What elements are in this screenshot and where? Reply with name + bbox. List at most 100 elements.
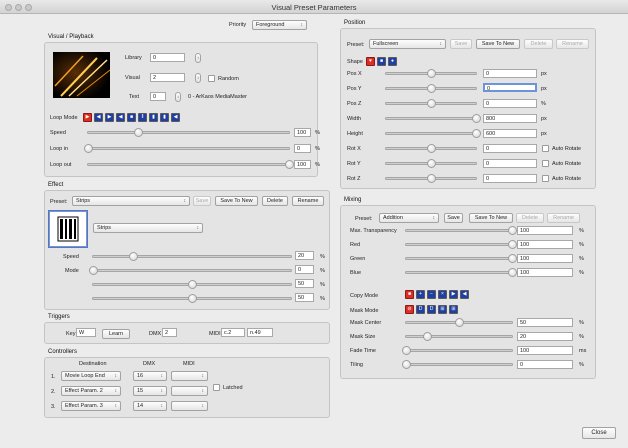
speed-slider-knob[interactable] — [134, 128, 144, 137]
mixing-param-field[interactable]: 100 — [517, 346, 573, 355]
visual-stepper[interactable]: ↕ — [195, 73, 201, 83]
text-stepper[interactable]: ↕ — [175, 92, 181, 102]
loop-in-slider-knob[interactable] — [84, 144, 93, 153]
position-delete-button[interactable]: Delete — [524, 39, 553, 49]
skip-end-icon[interactable]: ▮ — [160, 113, 169, 122]
speed-field[interactable]: 100 — [294, 128, 311, 137]
mask-grid-alt-icon[interactable]: ⊞ — [449, 305, 458, 314]
mixing-param-field[interactable]: 100 — [517, 254, 573, 263]
priority-select[interactable]: Foreground — [252, 20, 307, 30]
controller-dmx-select[interactable]: 16 — [133, 371, 167, 381]
visual-field[interactable]: 2 — [150, 73, 185, 82]
effect-param-1-knob[interactable] — [128, 252, 138, 261]
pause-icon[interactable]: ‖ — [138, 113, 147, 122]
effect-delete-button[interactable]: Delete — [262, 196, 288, 206]
effect-param-4-field[interactable]: 50 — [295, 293, 314, 302]
skip-start-icon[interactable]: ▮ — [149, 113, 158, 122]
controller-midi-select[interactable] — [171, 386, 208, 396]
mixing-param-knob[interactable] — [508, 226, 517, 235]
library-stepper[interactable]: ↕ — [195, 53, 201, 63]
controller-midi-select[interactable] — [171, 371, 208, 381]
mixing-param-knob[interactable] — [402, 346, 411, 355]
mixing-param-knob[interactable] — [402, 360, 411, 369]
position-save-to-new-button[interactable]: Save To New — [476, 39, 520, 49]
shape-square-icon[interactable]: ■ — [377, 57, 386, 66]
effect-param-2-slider[interactable] — [89, 266, 292, 275]
mixing-param-knob[interactable] — [423, 332, 433, 341]
mixing-param-slider[interactable] — [402, 346, 513, 355]
mixing-param-slider[interactable] — [405, 332, 513, 341]
mixing-param-slider[interactable] — [402, 360, 513, 369]
position-param-slider[interactable] — [385, 84, 477, 93]
effect-save-to-new-button[interactable]: Save To New — [215, 196, 258, 206]
position-param-slider[interactable] — [385, 174, 477, 183]
speed-slider[interactable] — [87, 128, 290, 137]
mixing-param-field[interactable]: 20 — [517, 332, 573, 341]
position-param-knob[interactable] — [427, 144, 436, 153]
shape-heart-icon[interactable]: ♥ — [366, 57, 375, 66]
play-icon[interactable]: ▶ — [105, 113, 114, 122]
auto-rotate-checkbox[interactable] — [542, 145, 549, 152]
mixing-param-knob[interactable] — [508, 240, 517, 249]
position-param-slider[interactable] — [385, 159, 477, 168]
copy-mode-subtract-icon[interactable]: − — [427, 290, 436, 299]
position-param-field[interactable]: 0 — [483, 159, 537, 168]
shape-circle-icon[interactable]: ● — [388, 57, 397, 66]
mixing-save-to-new-button[interactable]: Save To New — [469, 213, 513, 223]
position-param-slider[interactable] — [385, 69, 477, 78]
position-param-field[interactable]: 0 — [483, 174, 537, 183]
position-param-slider[interactable] — [385, 99, 477, 108]
rewind-icon[interactable]: ◀ — [94, 113, 103, 122]
position-param-knob[interactable] — [427, 84, 436, 93]
position-param-field[interactable]: 600 — [483, 129, 537, 138]
loop-in-field[interactable]: 0 — [294, 144, 311, 153]
effect-preset-select[interactable]: Strips — [72, 196, 190, 206]
copy-mode-normal-icon[interactable]: ■ — [405, 290, 414, 299]
dmx-field[interactable]: 2 — [162, 328, 177, 337]
controller-dmx-select[interactable]: 14 — [133, 401, 167, 411]
position-save-button[interactable]: Save — [450, 39, 472, 49]
mixing-param-field[interactable]: 100 — [517, 268, 573, 277]
mixing-param-field[interactable]: 0 — [517, 360, 573, 369]
position-param-field[interactable]: 0 — [483, 99, 537, 108]
mixing-param-slider[interactable] — [405, 226, 517, 235]
effect-param-3-slider[interactable] — [92, 280, 292, 289]
effect-save-button[interactable]: Save — [193, 196, 211, 206]
position-param-field[interactable]: 0 — [483, 69, 537, 78]
mixing-param-knob[interactable] — [455, 318, 464, 327]
key-field[interactable]: W — [76, 328, 96, 337]
position-param-field[interactable]: 0 — [483, 83, 537, 92]
loop-forward-icon[interactable]: ▶ — [83, 113, 92, 122]
effect-param-3-field[interactable]: 50 — [295, 279, 314, 288]
latched-checkbox[interactable] — [213, 384, 220, 391]
effect-param-1-field[interactable]: 20 — [295, 251, 314, 260]
effect-rename-button[interactable]: Rename — [292, 196, 324, 206]
effect-select[interactable]: Strips — [93, 223, 203, 233]
position-param-field[interactable]: 800 — [483, 114, 537, 123]
position-param-knob[interactable] — [427, 99, 436, 108]
previous-icon[interactable]: ◀ — [171, 113, 180, 122]
loop-out-field[interactable]: 100 — [294, 160, 311, 169]
controller-midi-select[interactable] — [171, 401, 208, 411]
effect-param-1-slider[interactable] — [92, 252, 292, 261]
mixing-param-slider[interactable] — [405, 318, 513, 327]
loop-in-slider[interactable] — [84, 144, 290, 153]
midi-channel-field[interactable]: c.2 — [221, 328, 245, 337]
copy-mode-multiply-icon[interactable]: × — [438, 290, 447, 299]
library-field[interactable]: 0 — [150, 53, 185, 62]
loop-out-slider[interactable] — [87, 160, 294, 169]
effect-thumbnail[interactable] — [49, 211, 87, 247]
position-param-knob[interactable] — [472, 129, 481, 138]
play-reverse-icon[interactable]: ◀ — [116, 113, 125, 122]
mixing-param-field[interactable]: 100 — [517, 240, 573, 249]
mixing-param-slider[interactable] — [405, 240, 517, 249]
copy-mode-add-icon[interactable]: + — [416, 290, 425, 299]
mask-dn-icon[interactable]: D — [427, 305, 436, 314]
mixing-param-slider[interactable] — [405, 254, 517, 263]
mixing-param-knob[interactable] — [508, 254, 517, 263]
position-param-slider[interactable] — [385, 129, 481, 138]
effect-param-4-slider[interactable] — [92, 294, 292, 303]
mixing-param-knob[interactable] — [508, 268, 517, 277]
position-param-field[interactable]: 0 — [483, 144, 537, 153]
controller-destination-select[interactable]: Effect Param. 2 — [61, 386, 121, 396]
